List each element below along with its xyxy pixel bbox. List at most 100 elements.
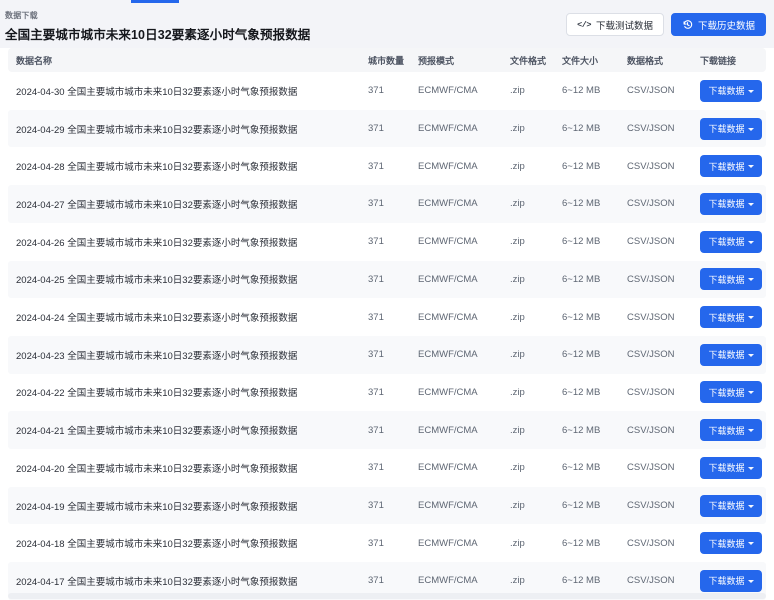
download-data-label: 下载数据	[708, 122, 744, 135]
download-data-button[interactable]: 下载数据	[700, 231, 762, 253]
table-row: 2024-04-29 全国主要城市城市未来10日32要素逐小时气象预报数据 37…	[8, 110, 766, 148]
download-data-button[interactable]: 下载数据	[700, 306, 762, 328]
code-icon: </>	[577, 20, 591, 30]
file-format: .zip	[510, 387, 562, 398]
file-format: .zip	[510, 274, 562, 285]
download-link-cell: 下载数据	[700, 231, 766, 253]
download-data-button[interactable]: 下载数据	[700, 344, 762, 366]
file-size: 6~12 MB	[562, 198, 627, 209]
download-data-button[interactable]: 下载数据	[700, 268, 762, 290]
city-count: 371	[368, 575, 418, 586]
download-data-label: 下载数据	[708, 499, 744, 512]
city-count: 371	[368, 236, 418, 247]
column-header-data-name: 数据名称	[8, 54, 368, 67]
breadcrumb[interactable]: 数据下载	[5, 10, 310, 21]
download-link-cell: 下载数据	[700, 457, 766, 479]
download-data-button[interactable]: 下载数据	[700, 419, 762, 441]
download-data-button[interactable]: 下载数据	[700, 80, 762, 102]
data-format: CSV/JSON	[627, 500, 700, 511]
download-data-button[interactable]: 下载数据	[700, 118, 762, 140]
caret-down-icon	[748, 165, 754, 168]
forecast-model: ECMWF/CMA	[418, 575, 510, 586]
table-row: 2024-04-23 全国主要城市城市未来10日32要素逐小时气象预报数据 37…	[8, 336, 766, 374]
download-data-label: 下载数据	[708, 424, 744, 437]
file-size: 6~12 MB	[562, 274, 627, 285]
download-data-label: 下载数据	[708, 160, 744, 173]
city-count: 371	[368, 462, 418, 473]
download-test-data-button[interactable]: </> 下载测试数据	[566, 13, 664, 36]
file-format: .zip	[510, 85, 562, 96]
forecast-model: ECMWF/CMA	[418, 425, 510, 436]
forecast-model: ECMWF/CMA	[418, 161, 510, 172]
file-format: .zip	[510, 500, 562, 511]
city-count: 371	[368, 425, 418, 436]
caret-down-icon	[748, 316, 754, 319]
active-tab-indicator	[131, 0, 179, 3]
column-header-city-count: 城市数量	[368, 54, 418, 67]
table-row: 2024-04-24 全国主要城市城市未来10日32要素逐小时气象预报数据 37…	[8, 298, 766, 336]
download-data-button[interactable]: 下载数据	[700, 570, 762, 592]
forecast-model: ECMWF/CMA	[418, 462, 510, 473]
horizontal-scrollbar[interactable]	[8, 593, 766, 599]
caret-down-icon	[748, 354, 754, 357]
file-size: 6~12 MB	[562, 85, 627, 96]
table-row: 2024-04-18 全国主要城市城市未来10日32要素逐小时气象预报数据 37…	[8, 524, 766, 562]
file-format: .zip	[510, 236, 562, 247]
table-header-row: 数据名称 城市数量 预报模式 文件格式 文件大小 数据格式 下载链接	[8, 48, 766, 72]
download-data-label: 下载数据	[708, 461, 744, 474]
forecast-model: ECMWF/CMA	[418, 312, 510, 323]
forecast-model: ECMWF/CMA	[418, 387, 510, 398]
download-link-cell: 下载数据	[700, 306, 766, 328]
data-format: CSV/JSON	[627, 123, 700, 134]
download-data-button[interactable]: 下载数据	[700, 193, 762, 215]
download-data-label: 下载数据	[708, 386, 744, 399]
download-link-cell: 下载数据	[700, 268, 766, 290]
data-format: CSV/JSON	[627, 349, 700, 360]
download-data-label: 下载数据	[708, 197, 744, 210]
city-count: 371	[368, 387, 418, 398]
dataset-name: 2024-04-22 全国主要城市城市未来10日32要素逐小时气象预报数据	[8, 385, 368, 399]
download-history-data-button[interactable]: 下载历史数据	[671, 13, 766, 36]
dataset-name: 2024-04-23 全国主要城市城市未来10日32要素逐小时气象预报数据	[8, 348, 368, 362]
download-data-label: 下载数据	[708, 348, 744, 361]
file-format: .zip	[510, 312, 562, 323]
forecast-model: ECMWF/CMA	[418, 85, 510, 96]
download-history-data-label: 下载历史数据	[698, 18, 755, 32]
download-data-button[interactable]: 下载数据	[700, 381, 762, 403]
data-format: CSV/JSON	[627, 198, 700, 209]
caret-down-icon	[748, 241, 754, 244]
file-size: 6~12 MB	[562, 123, 627, 134]
page-header-left: 数据下载 全国主要城市城市未来10日32要素逐小时气象预报数据	[5, 6, 310, 43]
download-link-cell: 下载数据	[700, 532, 766, 554]
dataset-name: 2024-04-20 全国主要城市城市未来10日32要素逐小时气象预报数据	[8, 461, 368, 475]
dataset-name: 2024-04-17 全国主要城市城市未来10日32要素逐小时气象预报数据	[8, 574, 368, 588]
download-link-cell: 下载数据	[700, 381, 766, 403]
forecast-model: ECMWF/CMA	[418, 123, 510, 134]
dataset-name: 2024-04-29 全国主要城市城市未来10日32要素逐小时气象预报数据	[8, 122, 368, 136]
column-header-download-link: 下载链接	[700, 54, 766, 67]
file-size: 6~12 MB	[562, 236, 627, 247]
data-format: CSV/JSON	[627, 85, 700, 96]
content-card: 数据名称 城市数量 预报模式 文件格式 文件大小 数据格式 下载链接 2024-…	[0, 48, 774, 600]
city-count: 371	[368, 161, 418, 172]
page-header: 数据下载 全国主要城市城市未来10日32要素逐小时气象预报数据 </> 下载测试…	[0, 0, 774, 48]
download-link-cell: 下载数据	[700, 495, 766, 517]
download-data-button[interactable]: 下载数据	[700, 155, 762, 177]
city-count: 371	[368, 274, 418, 285]
caret-down-icon	[748, 391, 754, 394]
file-size: 6~12 MB	[562, 462, 627, 473]
file-size: 6~12 MB	[562, 349, 627, 360]
table-row: 2024-04-28 全国主要城市城市未来10日32要素逐小时气象预报数据 37…	[8, 147, 766, 185]
file-format: .zip	[510, 198, 562, 209]
table-row: 2024-04-26 全国主要城市城市未来10日32要素逐小时气象预报数据 37…	[8, 223, 766, 261]
download-data-button[interactable]: 下载数据	[700, 457, 762, 479]
download-data-button[interactable]: 下载数据	[700, 495, 762, 517]
data-format: CSV/JSON	[627, 387, 700, 398]
city-count: 371	[368, 312, 418, 323]
dataset-name: 2024-04-30 全国主要城市城市未来10日32要素逐小时气象预报数据	[8, 84, 368, 98]
dataset-name: 2024-04-28 全国主要城市城市未来10日32要素逐小时气象预报数据	[8, 159, 368, 173]
table-row: 2024-04-21 全国主要城市城市未来10日32要素逐小时气象预报数据 37…	[8, 411, 766, 449]
download-data-button[interactable]: 下载数据	[700, 532, 762, 554]
download-test-data-label: 下载测试数据	[596, 18, 653, 32]
table-row: 2024-04-25 全国主要城市城市未来10日32要素逐小时气象预报数据 37…	[8, 261, 766, 299]
